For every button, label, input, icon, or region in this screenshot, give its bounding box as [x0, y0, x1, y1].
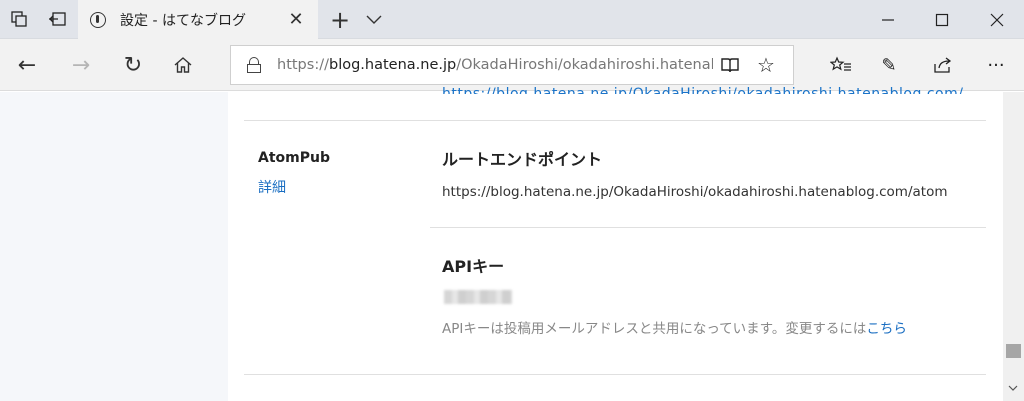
reading-view-icon[interactable]: [719, 54, 741, 76]
web-note-pen-icon[interactable]: ✎: [876, 52, 902, 78]
scroll-down-arrow-icon[interactable]: [1008, 384, 1018, 394]
left-sidebar: [0, 92, 228, 401]
chevron-down-icon[interactable]: [362, 10, 386, 30]
divider: [244, 374, 986, 375]
url-host: blog.hatena.ne.jp: [328, 57, 457, 73]
api-key-heading: APIキー: [442, 257, 505, 276]
lock-icon: [247, 57, 261, 73]
change-here-link[interactable]: こちら: [866, 321, 907, 337]
forward-icon[interactable]: →: [64, 49, 98, 81]
url-path: /OkadaHiroshi/okadahiroshi.hatenablo: [456, 57, 713, 73]
active-tab[interactable]: 設定 - はてなブログ ✕: [78, 0, 318, 39]
api-key-value-redacted: [444, 290, 512, 304]
tab-title: 設定 - はてなブログ: [120, 12, 246, 29]
navigation-bar: ← → ↻ https://blog.hatena.ne.jp/OkadaHir…: [0, 39, 1024, 91]
more-icon[interactable]: ···: [983, 52, 1009, 78]
root-endpoint-heading: ルートエンドポイント: [442, 150, 603, 169]
root-endpoint-url: https://blog.hatena.ne.jp/OkadaHiroshi/o…: [442, 184, 948, 200]
maximize-icon[interactable]: [915, 0, 969, 39]
hatena-favicon-icon: [90, 11, 106, 28]
favorites-hub-icon[interactable]: [828, 52, 854, 78]
url-text[interactable]: https://blog.hatena.ne.jp/OkadaHiroshi/o…: [277, 57, 713, 73]
share-icon[interactable]: [930, 52, 956, 78]
tab-set-aside-icon[interactable]: [8, 8, 30, 30]
home-icon[interactable]: [166, 49, 200, 81]
divider: [430, 227, 986, 228]
scrollbar-thumb[interactable]: [1006, 344, 1021, 358]
new-tab-icon[interactable]: +: [325, 6, 355, 34]
divider: [244, 120, 986, 121]
tab-close-icon[interactable]: ✕: [284, 8, 308, 32]
window-close-icon[interactable]: [970, 0, 1024, 39]
refresh-icon[interactable]: ↻: [116, 49, 150, 81]
details-link[interactable]: 詳細: [258, 177, 286, 197]
api-key-note: APIキーは投稿用メールアドレスと共用になっています。変更するにはこちら: [442, 317, 907, 337]
address-bar[interactable]: https://blog.hatena.ne.jp/OkadaHiroshi/o…: [230, 45, 794, 85]
minimize-icon[interactable]: [861, 0, 915, 39]
favorite-star-icon[interactable]: ☆: [755, 53, 777, 77]
previous-section-link[interactable]: https://blog.hatena.ne.jp/OkadaHiroshi/o…: [442, 86, 963, 94]
back-icon[interactable]: ←: [10, 49, 44, 81]
set-aside-tabs-icon[interactable]: [46, 8, 68, 30]
url-scheme: https://: [277, 57, 329, 73]
page-content: https://blog.hatena.ne.jp/OkadaHiroshi/o…: [0, 86, 1024, 401]
section-label-atompub: AtomPub: [258, 150, 330, 166]
title-bar: 設定 - はてなブログ ✕ +: [0, 0, 1024, 39]
api-key-note-text: APIキーは投稿用メールアドレスと共用になっています。変更するには: [442, 321, 867, 337]
